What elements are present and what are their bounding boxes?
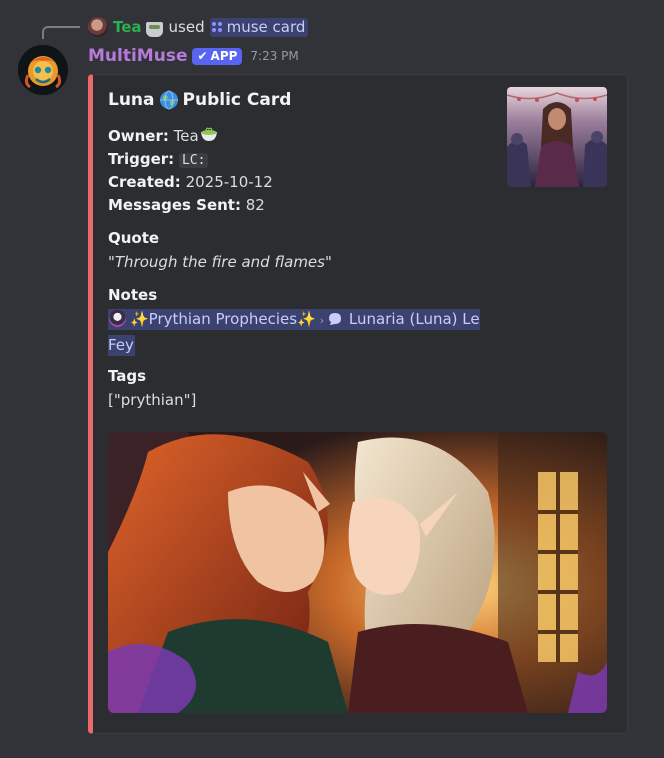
messages-sent-label: Messages Sent:	[108, 196, 241, 214]
owner-value: Tea	[173, 127, 199, 145]
quote-title: Quote	[108, 229, 160, 247]
notes-title: Notes	[108, 286, 158, 304]
command-mention[interactable]: muse card	[209, 17, 309, 37]
message-header: MultiMuse ✔ APP 7:23 PM	[88, 46, 299, 66]
character-art-image[interactable]	[108, 432, 607, 713]
tags-text: ["prythian"]	[108, 391, 197, 409]
thread-bubble-icon	[329, 313, 342, 325]
created-label: Created:	[108, 173, 181, 191]
chevron-right-icon: ›	[319, 314, 325, 327]
notes-thread-link[interactable]: ✨Prythian Prophecies✨ › Lunaria (Luna) Le…	[108, 307, 484, 357]
globe-icon	[159, 90, 178, 110]
reply-user-avatar[interactable]	[88, 17, 108, 37]
channel-avatar-icon	[109, 310, 126, 327]
field-trigger: Trigger: LC:	[108, 148, 209, 172]
owner-label: Owner:	[108, 127, 169, 145]
embed-title-rest: Public Card	[182, 90, 292, 110]
embed-title: Luna Public Card	[108, 90, 291, 110]
reply-spine	[42, 26, 80, 39]
notes-channel-link[interactable]: ✨Prythian Prophecies✨ › Lunaria (Luna) Le…	[108, 309, 480, 356]
field-created: Created: 2025-10-12	[108, 171, 273, 193]
trigger-value: LC:	[178, 153, 209, 168]
tags-title: Tags	[108, 367, 147, 385]
command-icon	[211, 21, 222, 32]
app-badge: ✔ APP	[192, 47, 243, 65]
character-thumbnail[interactable]	[507, 87, 607, 187]
message-timestamp[interactable]: 7:23 PM	[250, 49, 298, 63]
tea-bowl-emoji-icon	[200, 127, 217, 141]
field-owner: Owner: Tea	[108, 125, 218, 147]
tea-cup-emoji-icon	[145, 21, 163, 37]
muse-card-embed: Luna Public Card Owner: Tea Trigger: LC:…	[88, 74, 628, 734]
bot-avatar[interactable]	[18, 45, 68, 95]
command-label: muse card	[226, 17, 306, 36]
messages-sent-value: 82	[245, 196, 265, 214]
reply-action-text: used	[168, 18, 205, 36]
quote-text: "Through the fire and flames"	[108, 253, 332, 271]
app-badge-label: APP	[210, 49, 238, 63]
created-value: 2025-10-12	[185, 173, 273, 191]
notes-channel-name: ✨Prythian Prophecies✨	[130, 310, 316, 328]
field-messages-sent: Messages Sent: 82	[108, 194, 265, 216]
reply-reference[interactable]: Tea used muse card	[88, 16, 309, 38]
trigger-label: Trigger:	[108, 150, 175, 168]
bot-username[interactable]: MultiMuse	[88, 46, 187, 66]
embed-title-name: Luna	[108, 90, 155, 110]
verified-check-icon: ✔	[197, 49, 208, 63]
reply-username[interactable]: Tea	[113, 18, 142, 36]
